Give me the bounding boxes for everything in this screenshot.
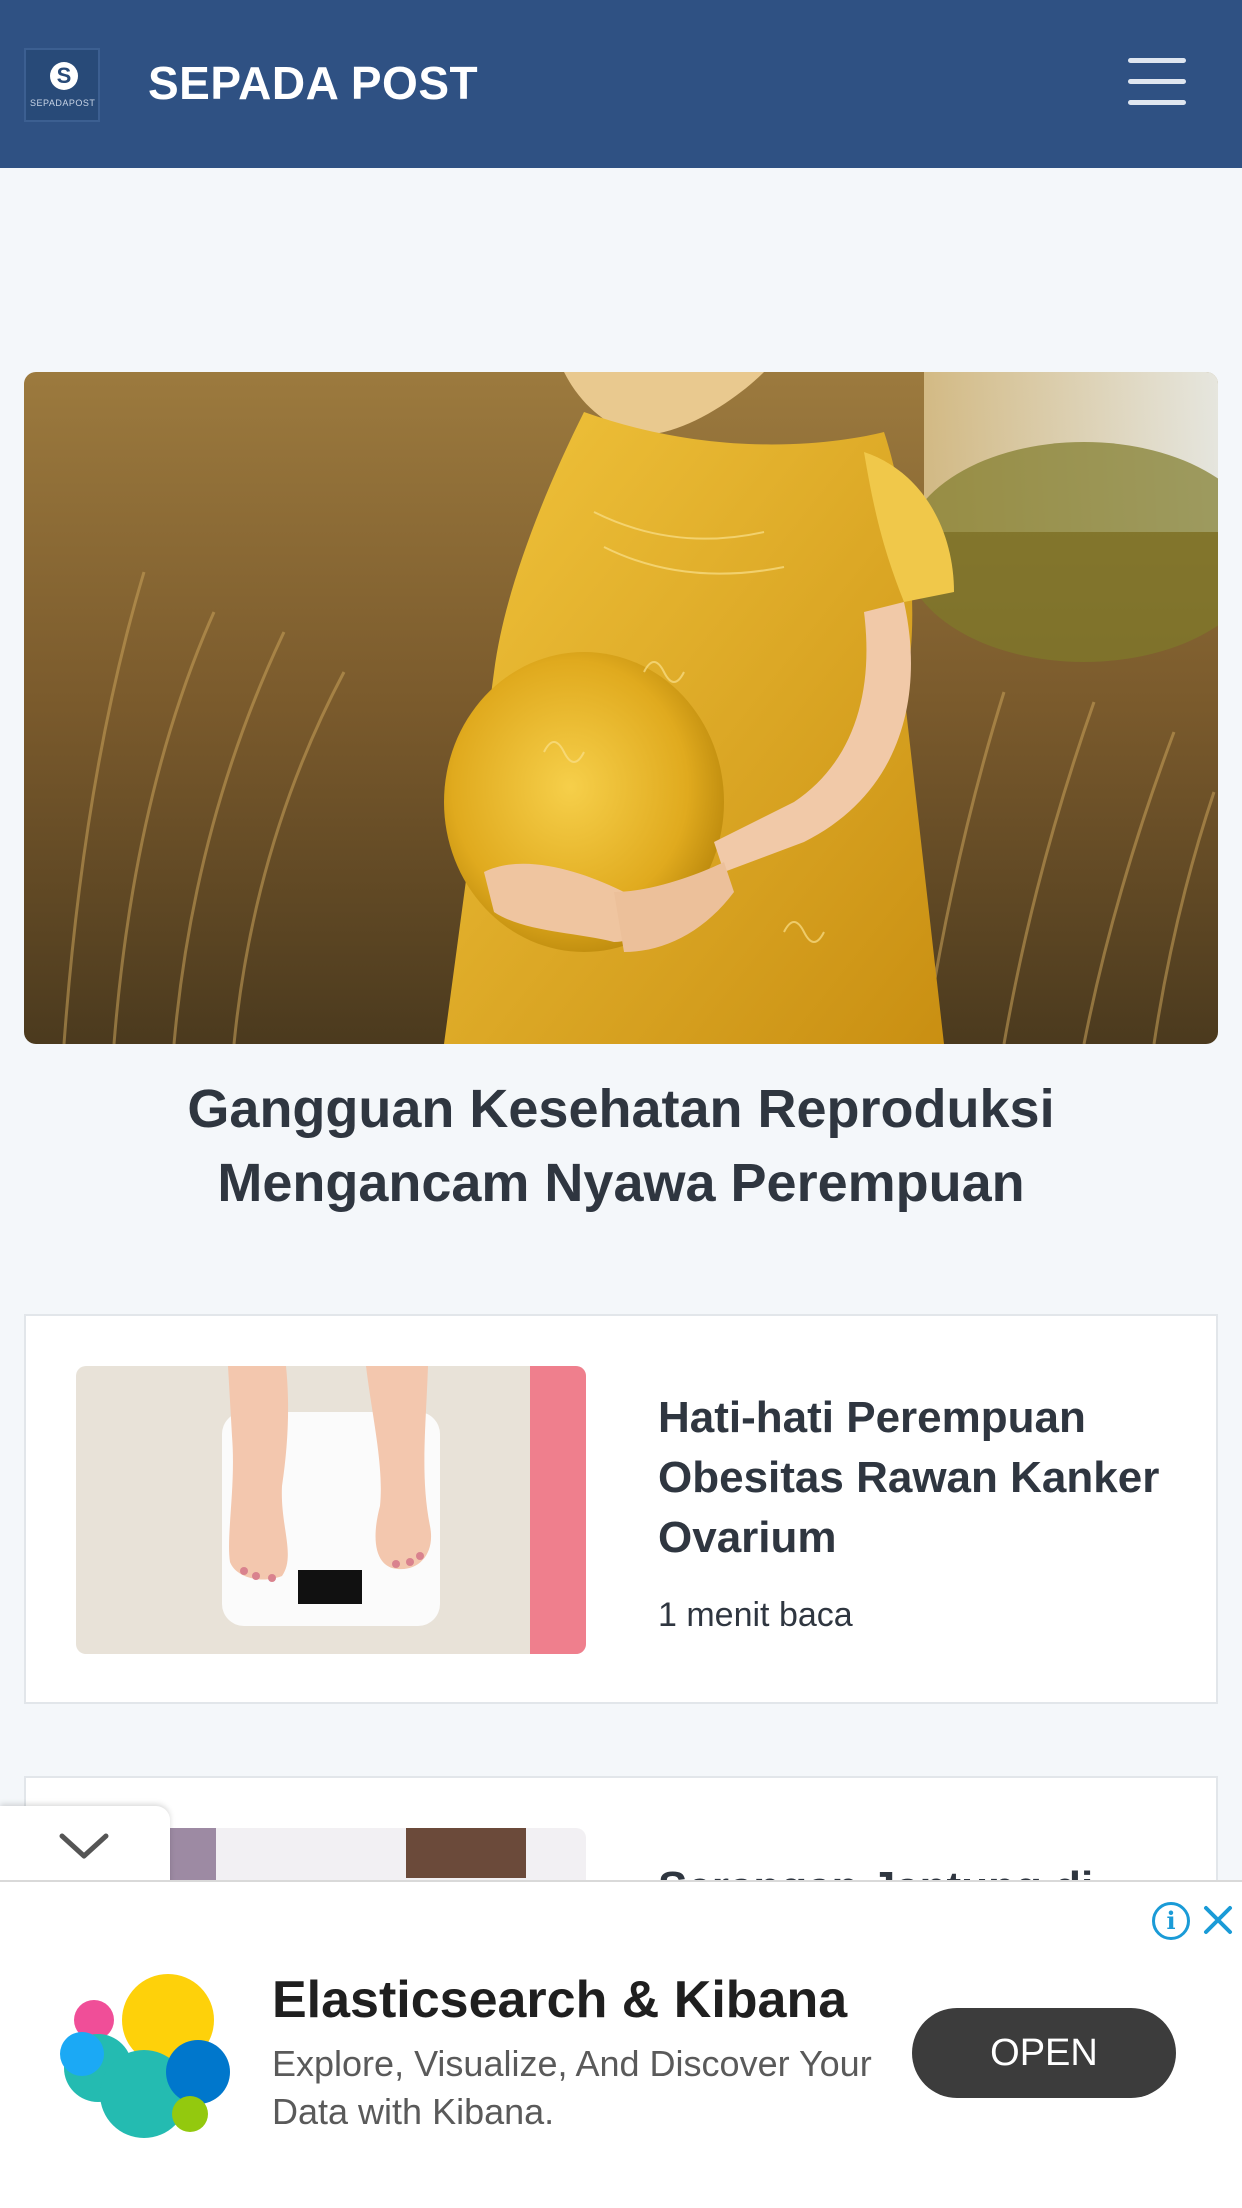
ad-description: Explore, Visualize, And Discover Your Da… — [272, 2043, 872, 2132]
ad-banner[interactable]: i Elasticsearch & Kibana Explore, Visual… — [0, 1880, 1242, 2208]
hero-image[interactable] — [24, 372, 1218, 1044]
kibana-logo — [58, 1964, 238, 2144]
hamburger-menu-icon[interactable] — [1128, 58, 1186, 106]
hero-article-title[interactable]: Gangguan Kesehatan Reproduksi Mengancam … — [60, 1072, 1182, 1220]
read-time: 1 menit baca — [658, 1596, 853, 1634]
ad-open-button[interactable]: OPEN — [912, 2008, 1176, 2098]
info-icon[interactable]: i — [1152, 1902, 1190, 1940]
close-icon[interactable] — [1198, 1900, 1238, 1940]
site-logo[interactable]: S SEPADAPOST — [24, 48, 100, 122]
scale-feet-photo — [76, 1366, 586, 1654]
site-title[interactable]: SEPADA POST — [148, 56, 478, 110]
top-header: S SEPADAPOST SEPADA POST — [0, 0, 1242, 168]
logo-wordmark: SEPADAPOST — [30, 98, 96, 108]
article-card[interactable]: Hati-hati Perempuan Obesitas Rawan Kanke… — [24, 1314, 1218, 1704]
article-thumbnail[interactable] — [76, 1366, 586, 1654]
article-title[interactable]: Hati-hati Perempuan Obesitas Rawan Kanke… — [658, 1388, 1178, 1568]
pregnant-woman-photo — [24, 372, 1218, 1044]
logo-mark: S — [50, 62, 78, 90]
ad-title[interactable]: Elasticsearch & Kibana — [272, 1970, 847, 2030]
